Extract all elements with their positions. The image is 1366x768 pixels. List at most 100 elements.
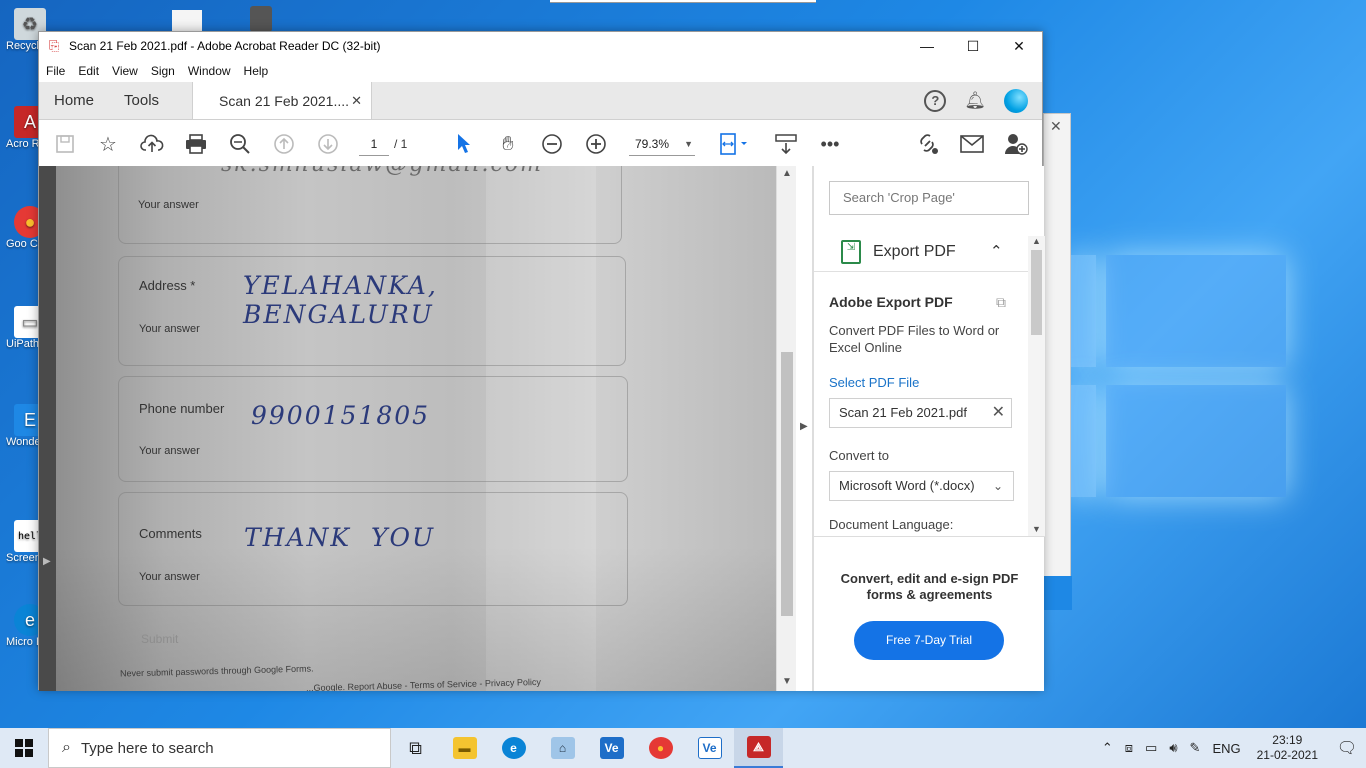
footer-note: Never submit passwords through Google Fo… — [119, 663, 314, 679]
menu-bar: File Edit View Sign Window Help — [39, 60, 1042, 82]
select-cursor-icon[interactable] — [451, 131, 477, 157]
chevron-up-icon[interactable]: ⌃ — [990, 242, 1003, 260]
fit-page-icon[interactable] — [717, 131, 753, 157]
menu-help[interactable]: Help — [244, 64, 269, 78]
scroll-thumb[interactable] — [781, 352, 793, 616]
avatar[interactable] — [1004, 88, 1028, 113]
bell-icon[interactable]: 🔔︎ — [964, 91, 986, 111]
bookmark-star-icon[interactable]: ☆ — [95, 131, 121, 157]
maximize-button[interactable]: ☐ — [950, 32, 996, 60]
convert-to-label: Convert to — [829, 448, 889, 463]
minimize-button[interactable]: — — [904, 32, 950, 60]
background-window-accent — [1044, 576, 1072, 610]
background-window[interactable]: ✕ — [1043, 113, 1072, 610]
email-icon[interactable] — [959, 131, 985, 157]
menu-edit[interactable]: Edit — [78, 64, 99, 78]
chevron-down-icon: ▼ — [684, 139, 693, 149]
next-page-icon[interactable] — [315, 131, 341, 157]
question-address: Address * — [139, 278, 196, 293]
zoom-in-icon[interactable] — [583, 131, 609, 157]
document-viewer[interactable]: ▶ sk.smhusiaw@gmail.com Your answer Addr… — [39, 166, 813, 691]
desktop-file-icon[interactable] — [172, 10, 202, 32]
right-pane-toggle[interactable]: ▶ — [796, 166, 813, 691]
answer-label: Your answer — [138, 199, 199, 211]
help-icon[interactable]: ? — [924, 89, 947, 112]
search-icon[interactable] — [227, 131, 253, 157]
document-scrollbar[interactable]: ▲ ▼ — [776, 166, 796, 691]
left-pane-toggle-icon[interactable]: ▶ — [43, 556, 51, 567]
scroll-down-icon[interactable]: ▼ — [777, 676, 797, 687]
export-pdf-title: Export PDF — [873, 243, 956, 260]
clock-date: 21-02-2021 — [1256, 748, 1318, 762]
search-icon: ⌕ — [62, 739, 71, 756]
chrome-taskbar-icon[interactable]: ● — [636, 728, 685, 768]
volume-icon[interactable]: 🔊︎ — [1169, 740, 1177, 756]
file-explorer-icon[interactable]: ▬ — [440, 728, 489, 768]
scroll-down-icon[interactable]: ▼ — [1028, 524, 1045, 534]
tab-document[interactable]: Scan 21 Feb 2021.... ✕ — [192, 82, 373, 119]
print-icon[interactable] — [183, 131, 209, 157]
form-card-phone: Phone number 9900151805 Your answer — [118, 376, 628, 482]
tab-document-label: Scan 21 Feb 2021.... — [219, 92, 350, 109]
tab-close-icon[interactable]: ✕ — [351, 93, 362, 109]
tab-tools[interactable]: Tools — [109, 82, 174, 119]
scrolling-mode-icon[interactable] — [773, 131, 799, 157]
export-pdf-icon: ⇲ — [841, 240, 861, 264]
acrobat-window: ⎘ Scan 21 Feb 2021.pdf - Adobe Acrobat R… — [38, 31, 1045, 691]
tab-home[interactable]: Home — [39, 82, 109, 119]
visio-icon[interactable]: Ve — [587, 728, 636, 768]
form-card: Your answer — [118, 166, 622, 244]
document-language-label: Document Language: — [829, 517, 954, 532]
page-number-input[interactable]: 1 — [359, 132, 389, 156]
meet-now-icon[interactable]: ⧈ — [1125, 740, 1133, 756]
taskbar-search-input[interactable]: ⌕ Type here to search — [48, 728, 391, 768]
select-pdf-file-link[interactable]: Select PDF File — [829, 375, 919, 390]
task-view-icon[interactable]: ⧉ — [391, 728, 440, 768]
menu-window[interactable]: Window — [188, 64, 231, 78]
close-button[interactable]: ✕ — [996, 32, 1042, 60]
pen-icon[interactable]: ✎ — [1190, 740, 1201, 756]
visio-outline-icon[interactable]: Ve — [685, 728, 734, 768]
menu-file[interactable]: File — [46, 64, 65, 78]
clock[interactable]: 23:19 21-02-2021 — [1257, 733, 1318, 763]
tools-pane-scrollbar[interactable]: ▲ ▼ — [1028, 236, 1045, 536]
add-user-icon[interactable] — [1003, 131, 1029, 157]
notification-icon[interactable]: 🗨︎ — [1328, 728, 1366, 768]
info-icon[interactable]: ⧉ — [996, 294, 1006, 311]
export-pdf-header[interactable]: ⇲ Export PDF ⌃ — [814, 236, 1045, 272]
close-icon[interactable]: ✕ — [1050, 118, 1062, 135]
title-bar[interactable]: ⎘ Scan 21 Feb 2021.pdf - Adobe Acrobat R… — [39, 32, 1042, 60]
handwritten-phone: 9900151805 — [251, 401, 431, 430]
save-icon[interactable] — [53, 131, 77, 157]
tools-search-input[interactable]: Search 'Crop Page' — [829, 181, 1029, 215]
scroll-up-icon[interactable]: ▲ — [1028, 236, 1045, 246]
zoom-out-icon[interactable] — [539, 131, 565, 157]
share-link-icon[interactable] — [915, 131, 941, 157]
top-window-strip — [550, 0, 816, 3]
battery-icon[interactable]: ▭ — [1145, 740, 1157, 756]
menu-sign[interactable]: Sign — [151, 64, 175, 78]
acrobat-taskbar-icon[interactable]: ⟁ — [734, 728, 783, 768]
scroll-thumb[interactable] — [1031, 250, 1042, 335]
chevron-up-icon[interactable]: ⌃ — [1102, 740, 1113, 756]
start-button[interactable] — [0, 728, 48, 768]
menu-view[interactable]: View — [112, 64, 138, 78]
free-trial-button[interactable]: Free 7-Day Trial — [854, 621, 1004, 660]
edge-taskbar-icon[interactable]: e — [489, 728, 538, 768]
hand-tool-icon[interactable]: ✋︎ — [495, 131, 521, 157]
selected-file-name: Scan 21 Feb 2021.pdf — [839, 405, 967, 420]
pdf-icon: ⎘ — [49, 38, 60, 53]
tools-pane: Search 'Crop Page' ⇲ Export PDF ⌃ ▲ ▼ Ad… — [813, 166, 1045, 691]
upload-cloud-icon[interactable] — [139, 131, 165, 157]
export-description: Convert PDF Files to Word or Excel Onlin… — [829, 323, 1000, 355]
previous-page-icon[interactable] — [271, 131, 297, 157]
zoom-select[interactable]: 79.3% ▼ — [629, 132, 695, 156]
close-icon[interactable]: ✕ — [992, 399, 1005, 427]
network-app-icon[interactable]: ⌂ — [538, 728, 587, 768]
format-select[interactable]: Microsoft Word (*.docx) ⌄ — [829, 471, 1014, 501]
language-indicator[interactable]: ENG — [1212, 741, 1240, 756]
scroll-up-icon[interactable]: ▲ — [777, 168, 797, 179]
desktop-phone-icon[interactable] — [250, 6, 272, 32]
selected-file-field[interactable]: Scan 21 Feb 2021.pdf ✕ — [829, 398, 1012, 428]
more-tools-icon[interactable]: ••• — [817, 131, 843, 157]
